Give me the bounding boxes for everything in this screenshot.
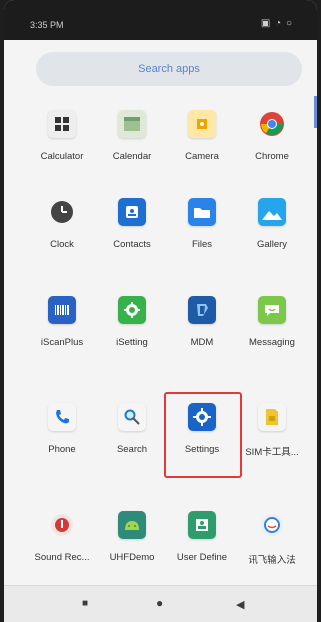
files-icon bbox=[188, 198, 216, 226]
back-button[interactable]: ◀ bbox=[236, 598, 244, 611]
app-calculator[interactable]: Calculator bbox=[26, 110, 98, 162]
app-isetting[interactable]: iSetting bbox=[96, 296, 168, 348]
app-label: Search bbox=[116, 444, 148, 455]
app-sound-recorder[interactable]: Sound Rec... bbox=[26, 511, 98, 563]
app-chrome[interactable]: Chrome bbox=[236, 110, 308, 162]
app-label: Camera bbox=[185, 151, 219, 162]
home-button[interactable]: ● bbox=[156, 596, 163, 610]
messaging-icon bbox=[258, 296, 286, 324]
camera-icon bbox=[188, 110, 216, 138]
contacts-icon bbox=[118, 198, 146, 226]
app-label: Chrome bbox=[255, 151, 289, 162]
mdm-icon bbox=[188, 296, 216, 324]
xunfei-input-icon bbox=[258, 511, 286, 539]
phone-screen: 3:35 PM ▣ ◔ ○ Search apps Calculator Cal… bbox=[4, 0, 317, 622]
user-define-icon bbox=[188, 511, 216, 539]
app-label: Contacts bbox=[113, 239, 151, 250]
app-label: iSetting bbox=[116, 337, 148, 348]
phone-icon bbox=[48, 403, 76, 431]
app-mdm[interactable]: MDM bbox=[166, 296, 238, 348]
sound-recorder-icon bbox=[48, 511, 76, 539]
app-contacts[interactable]: Contacts bbox=[96, 198, 168, 250]
clock-icon bbox=[48, 198, 76, 226]
barcode-icon bbox=[48, 296, 76, 324]
app-label: iScanPlus bbox=[40, 337, 84, 348]
app-label: User Define bbox=[176, 552, 228, 563]
navigation-bar: ■ ● ◀ bbox=[4, 585, 317, 622]
isetting-gear-icon bbox=[118, 296, 146, 324]
app-files[interactable]: Files bbox=[166, 198, 238, 250]
status-time: 3:35 PM bbox=[30, 20, 64, 30]
recents-button[interactable]: ■ bbox=[82, 598, 88, 609]
calculator-icon bbox=[48, 110, 76, 138]
app-label: Phone bbox=[48, 444, 76, 455]
app-label: Sound Rec... bbox=[34, 552, 90, 563]
app-label: UHFDemo bbox=[109, 552, 155, 563]
app-label: 讯飞输入法 bbox=[248, 555, 296, 566]
app-phone[interactable]: Phone bbox=[26, 403, 98, 455]
app-label: Calendar bbox=[112, 151, 152, 162]
app-label: SIM卡工具... bbox=[245, 447, 299, 458]
app-label: Calculator bbox=[40, 151, 84, 162]
app-iscanplus[interactable]: iScanPlus bbox=[26, 296, 98, 348]
app-label: Messaging bbox=[249, 337, 295, 348]
search-icon bbox=[118, 403, 146, 431]
search-apps-bar[interactable]: Search apps bbox=[36, 52, 302, 86]
app-camera[interactable]: Camera bbox=[166, 110, 238, 162]
android-icon bbox=[118, 511, 146, 539]
scroll-indicator bbox=[314, 96, 317, 128]
sim-card-icon bbox=[258, 403, 286, 431]
app-gallery[interactable]: Gallery bbox=[236, 198, 308, 250]
app-xunfei-input[interactable]: 讯飞输入法 bbox=[236, 511, 308, 566]
app-calendar[interactable]: Calendar bbox=[96, 110, 168, 162]
gallery-icon bbox=[258, 198, 286, 226]
app-sim-toolkit[interactable]: SIM卡工具... bbox=[236, 403, 308, 458]
app-label: Clock bbox=[50, 239, 74, 250]
app-messaging[interactable]: Messaging bbox=[236, 296, 308, 348]
app-clock[interactable]: Clock bbox=[26, 198, 98, 250]
status-bar: 3:35 PM ▣ ◔ ○ bbox=[4, 0, 317, 40]
app-label: Gallery bbox=[256, 239, 288, 250]
status-icons: ▣ ◔ ○ bbox=[260, 18, 293, 29]
calendar-icon bbox=[118, 110, 146, 138]
settings-highlight-box bbox=[164, 392, 242, 478]
app-label: MDM bbox=[190, 337, 214, 348]
app-uhfdemo[interactable]: UHFDemo bbox=[96, 511, 168, 563]
app-search[interactable]: Search bbox=[96, 403, 168, 455]
app-user-define[interactable]: User Define bbox=[166, 511, 238, 563]
chrome-icon bbox=[258, 110, 286, 138]
app-label: Files bbox=[191, 239, 213, 250]
